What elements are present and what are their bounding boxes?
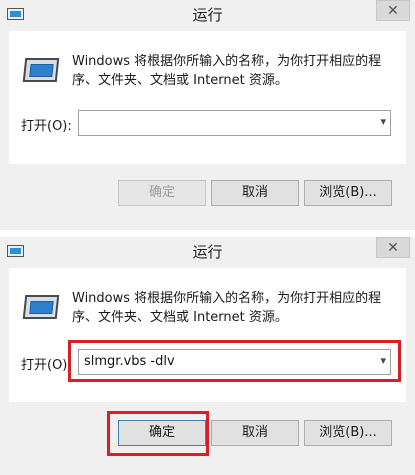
run-dialog-1: 运行 ✕ Windows 将根据你所输入的名称，为你打开相应的程序、文件夹、文档… bbox=[0, 0, 415, 230]
description-text: Windows 将根据你所输入的名称，为你打开相应的程序、文件夹、文档或 Int… bbox=[72, 54, 382, 88]
run-dialog-2: 运行 ✕ Windows 将根据你所输入的名称，为你打开相应的程序、文件夹、文档… bbox=[0, 237, 415, 475]
browse-button[interactable]: 浏览(B)... bbox=[304, 420, 392, 446]
close-icon: ✕ bbox=[387, 240, 399, 256]
browse-button[interactable]: 浏览(B)... bbox=[304, 180, 392, 206]
open-combobox[interactable]: ▾ bbox=[78, 110, 391, 136]
ok-highlight-box bbox=[107, 411, 209, 456]
run-program-icon bbox=[22, 58, 60, 82]
title-bar: 运行 ✕ bbox=[0, 237, 415, 267]
window-title: 运行 bbox=[192, 243, 223, 261]
cancel-button[interactable]: 取消 bbox=[211, 420, 299, 446]
ok-button[interactable]: 确定 bbox=[118, 180, 206, 206]
close-button[interactable]: ✕ bbox=[376, 0, 410, 21]
dialog-content: Windows 将根据你所输入的名称，为你打开相应的程序、文件夹、文档或 Int… bbox=[9, 268, 406, 402]
description-text: Windows 将根据你所输入的名称，为你打开相应的程序、文件夹、文档或 Int… bbox=[72, 291, 382, 325]
close-button[interactable]: ✕ bbox=[376, 237, 410, 258]
chevron-down-icon[interactable]: ▾ bbox=[380, 115, 386, 128]
run-program-icon bbox=[22, 295, 60, 319]
input-highlight-box bbox=[68, 340, 401, 382]
cancel-button[interactable]: 取消 bbox=[211, 180, 299, 206]
close-icon: ✕ bbox=[387, 3, 399, 19]
window-title: 运行 bbox=[192, 6, 223, 24]
dialog-content: Windows 将根据你所输入的名称，为你打开相应的程序、文件夹、文档或 Int… bbox=[9, 31, 406, 164]
open-label: 打开(O): bbox=[21, 119, 72, 134]
title-bar: 运行 ✕ bbox=[0, 0, 415, 30]
open-label: 打开(O): bbox=[21, 358, 72, 373]
